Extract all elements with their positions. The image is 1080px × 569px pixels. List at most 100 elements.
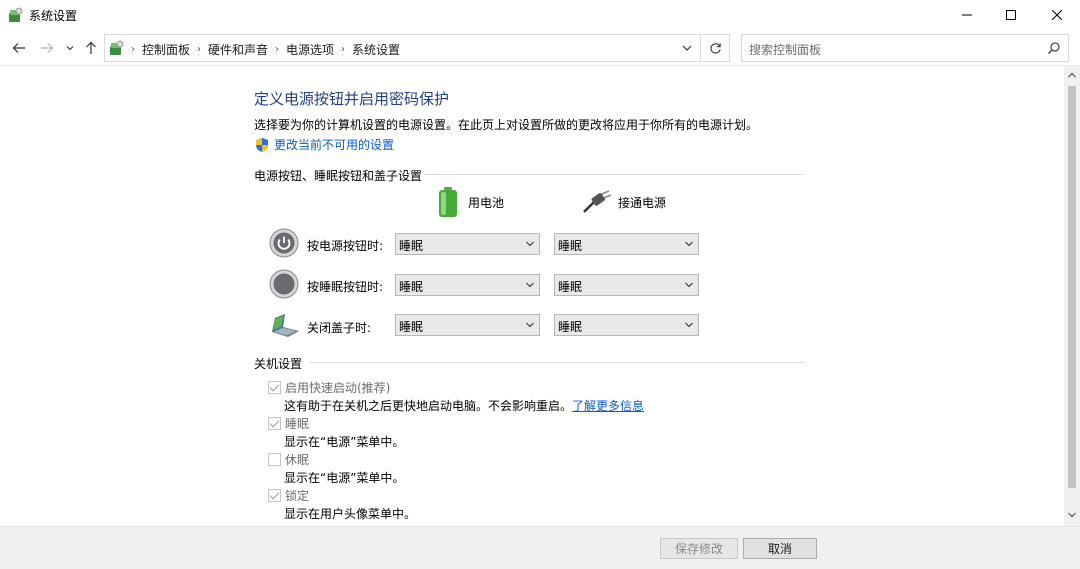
shutdown-section-title: 关机设置	[254, 357, 303, 371]
power-button-battery-select[interactable]: 睡眠	[395, 233, 540, 255]
scrollbar-thumb[interactable]	[1068, 86, 1076, 488]
chevron-down-icon[interactable]	[680, 41, 694, 55]
plugged-in-column-header: 接通电源	[582, 190, 666, 214]
refresh-button[interactable]	[702, 34, 730, 62]
fast-startup-description: 这有助于在关机之后更快地启动电脑。不会影响重启。了解更多信息	[284, 397, 644, 414]
scrollbar-track	[1068, 86, 1076, 556]
search-input[interactable]: 搜索控制面板	[749, 41, 821, 58]
minimize-button[interactable]	[944, 0, 990, 30]
sleep-checkbox[interactable]	[268, 417, 281, 430]
lid-close-plugged-select[interactable]: 睡眠	[554, 314, 699, 336]
lid-close-battery-select[interactable]: 睡眠	[395, 314, 540, 336]
cancel-button[interactable]: 取消	[743, 538, 817, 559]
navigation-bar: › 控制面板 › 硬件和声音 › 电源选项 › 系统设置 搜索控制面板	[0, 30, 1080, 66]
lock-description: 显示在用户头像菜单中。	[284, 507, 417, 521]
hibernate-label: 休眠	[285, 453, 310, 467]
search-icon[interactable]	[1047, 41, 1061, 55]
chevron-down-icon	[685, 241, 693, 247]
hibernate-checkbox-row[interactable]: 休眠	[268, 451, 309, 468]
power-button-action-label: 按电源按钮时:	[307, 239, 384, 253]
sleep-label: 睡眠	[285, 417, 310, 431]
power-button-icon	[269, 228, 299, 258]
section-divider	[424, 174, 804, 175]
chevron-right-icon: ›	[275, 44, 280, 55]
laptop-lid-icon	[272, 314, 299, 337]
back-button[interactable]	[9, 38, 29, 58]
save-button[interactable]: 保存修改	[660, 538, 738, 559]
chevron-down-icon	[685, 322, 693, 328]
select-value: 睡眠	[399, 239, 424, 253]
forward-button[interactable]	[37, 38, 57, 58]
recent-locations-button[interactable]	[62, 38, 78, 58]
fast-startup-checkbox[interactable]	[268, 381, 281, 394]
battery-icon	[439, 187, 457, 217]
sleep-button-battery-select[interactable]: 睡眠	[395, 274, 540, 296]
lid-close-action-label: 关闭盖子时:	[307, 321, 372, 335]
chevron-right-icon: ›	[341, 44, 346, 55]
plugged-in-column-label: 接通电源	[618, 195, 667, 210]
chevron-down-icon	[526, 282, 534, 288]
chevron-right-icon: ›	[131, 44, 135, 55]
power-buttons-section-title: 电源按钮、睡眠按钮和盖子设置	[254, 169, 423, 183]
change-link-label: 更改当前不可用的设置	[274, 138, 395, 152]
address-bar[interactable]: › 控制面板 › 硬件和声音 › 电源选项 › 系统设置	[104, 34, 701, 62]
page-title: 定义电源按钮并启用密码保护	[254, 90, 450, 108]
refresh-icon	[710, 42, 721, 54]
up-button[interactable]	[81, 38, 101, 58]
sleep-button-plugged-select[interactable]: 睡眠	[554, 274, 699, 296]
sleep-checkbox-row[interactable]: 睡眠	[268, 415, 309, 432]
lock-checkbox-row[interactable]: 锁定	[268, 487, 309, 504]
hibernate-description: 显示在“电源”菜单中。	[284, 471, 405, 485]
chevron-down-icon	[685, 282, 693, 288]
title-bar: 系统设置	[0, 0, 1080, 30]
search-box[interactable]: 搜索控制面板	[741, 34, 1069, 62]
arrow-left-icon	[12, 43, 25, 53]
select-value: 睡眠	[558, 280, 583, 294]
shield-icon	[256, 137, 268, 152]
breadcrumb-item-system-settings[interactable]: 系统设置	[352, 41, 400, 58]
sleep-description: 显示在“电源”菜单中。	[284, 435, 405, 449]
control-panel-icon	[110, 40, 124, 55]
battery-column-header: 用电池	[436, 186, 504, 218]
select-value: 睡眠	[558, 239, 583, 253]
fast-startup-checkbox-row[interactable]: 启用快速启动(推荐)	[268, 379, 390, 396]
arrow-up-icon	[86, 41, 96, 54]
close-icon	[1052, 10, 1062, 20]
window-title: 系统设置	[29, 9, 78, 23]
section-divider	[310, 362, 804, 363]
page-description: 选择要为你的计算机设置的电源设置。在此页上对设置所做的更改将应用于你所有的电源计…	[254, 118, 759, 132]
arrow-right-icon	[41, 43, 54, 53]
breadcrumb-item-control-panel[interactable]: 控制面板	[142, 41, 190, 58]
sleep-button-action-label: 按睡眠按钮时:	[307, 280, 384, 294]
minimize-icon	[962, 14, 972, 16]
maximize-icon	[1006, 10, 1016, 20]
sleep-button-icon	[269, 269, 299, 299]
lock-checkbox[interactable]	[268, 489, 281, 502]
power-plug-icon	[583, 190, 612, 213]
main-content: 定义电源按钮并启用密码保护 选择要为你的计算机设置的电源设置。在此页上对设置所做…	[0, 66, 1064, 526]
change-unavailable-settings-link[interactable]: 更改当前不可用的设置	[254, 136, 394, 153]
battery-column-label: 用电池	[468, 195, 505, 210]
close-button[interactable]	[1034, 0, 1080, 30]
maximize-button[interactable]	[988, 0, 1034, 30]
footer-bar: 保存修改 取消	[0, 526, 1080, 569]
fast-startup-label: 启用快速启动(推荐)	[285, 381, 391, 395]
chevron-down-icon	[66, 46, 74, 51]
chevron-down-icon	[526, 241, 534, 247]
select-value: 睡眠	[399, 280, 424, 294]
hibernate-checkbox[interactable]	[268, 453, 281, 466]
fast-startup-description-text: 这有助于在关机之后更快地启动电脑。不会影响重启。	[284, 399, 573, 413]
scroll-up-icon[interactable]	[1067, 70, 1077, 80]
learn-more-link[interactable]: 了解更多信息	[572, 399, 644, 413]
breadcrumb-item-hardware-sound[interactable]: 硬件和声音	[208, 41, 268, 58]
lock-label: 锁定	[285, 489, 310, 503]
chevron-right-icon: ›	[197, 44, 202, 55]
select-value: 睡眠	[399, 320, 424, 334]
chevron-down-icon	[526, 322, 534, 328]
control-panel-icon	[9, 7, 23, 22]
select-value: 睡眠	[558, 320, 583, 334]
scroll-down-icon[interactable]	[1067, 510, 1077, 520]
vertical-scrollbar[interactable]	[1064, 66, 1080, 526]
breadcrumb-item-power-options[interactable]: 电源选项	[286, 41, 334, 58]
power-button-plugged-select[interactable]: 睡眠	[554, 233, 699, 255]
